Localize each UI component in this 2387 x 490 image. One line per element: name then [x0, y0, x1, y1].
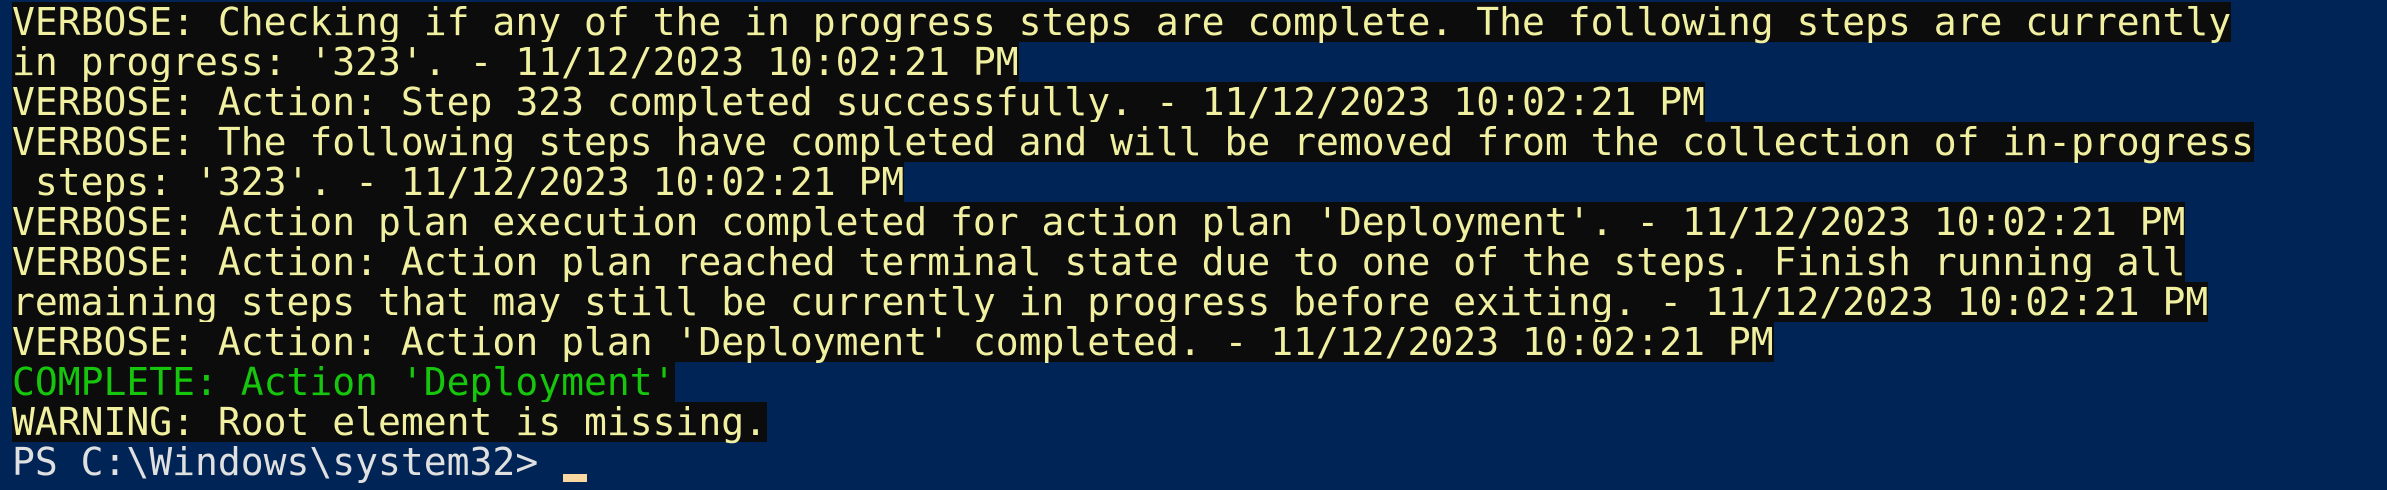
command-prompt: PS C:\Windows\system32> — [12, 440, 562, 484]
terminal-line: VERBOSE: Action plan execution completed… — [0, 202, 2387, 242]
terminal-line: COMPLETE: Action 'Deployment' — [0, 362, 2387, 402]
verbose-text: VERBOSE: Action plan execution completed… — [12, 200, 2186, 244]
verbose-text: steps: '323'. - 11/12/2023 10:02:21 PM — [12, 160, 905, 204]
verbose-text: VERBOSE: Action: Step 323 completed succ… — [12, 80, 1705, 124]
complete-text: COMPLETE: Action 'Deployment' — [12, 360, 676, 404]
text-cursor — [563, 474, 588, 482]
terminal-line: VERBOSE: Action: Action plan reached ter… — [0, 242, 2387, 282]
terminal-line: VERBOSE: Checking if any of the in progr… — [0, 2, 2387, 42]
verbose-text: VERBOSE: The following steps have comple… — [12, 120, 2255, 164]
terminal-line: WARNING: Root element is missing. — [0, 402, 2387, 442]
terminal-line: steps: '323'. - 11/12/2023 10:02:21 PM — [0, 162, 2387, 202]
terminal-line: VERBOSE: The following steps have comple… — [0, 122, 2387, 162]
terminal-line: VERBOSE: Action: Step 323 completed succ… — [0, 82, 2387, 122]
verbose-text: remaining steps that may still be curren… — [12, 280, 2209, 324]
terminal-window[interactable]: VERBOSE: Checking if any of the in progr… — [0, 0, 2387, 490]
warning-text: WARNING: Root element is missing. — [12, 400, 767, 444]
terminal-line: VERBOSE: Action: Action plan 'Deployment… — [0, 322, 2387, 362]
verbose-text: VERBOSE: Checking if any of the in progr… — [12, 0, 2232, 44]
verbose-text: VERBOSE: Action: Action plan 'Deployment… — [12, 320, 1774, 364]
verbose-text: VERBOSE: Action: Action plan reached ter… — [12, 240, 2186, 284]
verbose-text: in progress: '323'. - 11/12/2023 10:02:2… — [12, 40, 1019, 84]
prompt-line[interactable]: PS C:\Windows\system32> — [0, 442, 2387, 482]
terminal-line: remaining steps that may still be curren… — [0, 282, 2387, 322]
terminal-line: in progress: '323'. - 11/12/2023 10:02:2… — [0, 42, 2387, 82]
